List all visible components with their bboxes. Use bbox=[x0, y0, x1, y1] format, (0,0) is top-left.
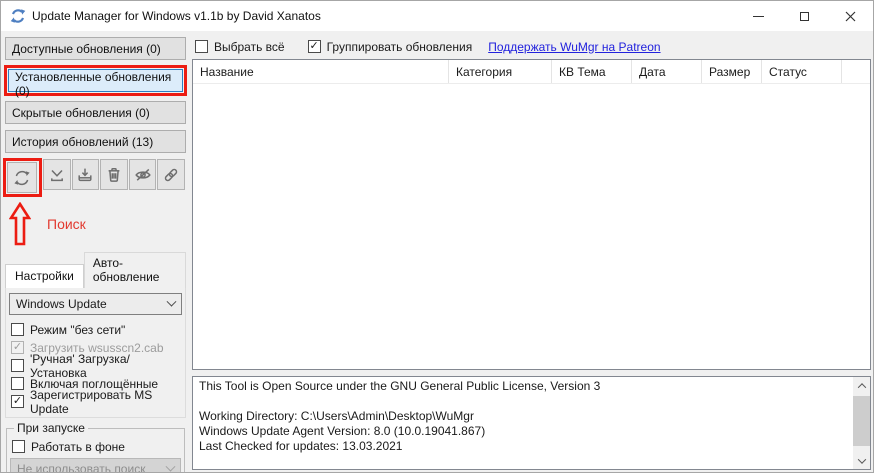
chevron-down-icon bbox=[165, 461, 176, 472]
search-annotation-label: Поиск bbox=[47, 216, 86, 232]
log-panel: This Tool is Open Source under the GNU G… bbox=[192, 376, 871, 470]
download-icon bbox=[50, 169, 63, 181]
eye-slash-icon bbox=[134, 168, 151, 181]
startup-group: При запуске Работать в фоне Не использов… bbox=[6, 421, 185, 472]
column-header-filler bbox=[842, 60, 870, 83]
log-line: Last Checked for updates: 13.03.2021 bbox=[199, 439, 403, 453]
sidebar-item-available-updates[interactable]: Доступные обновления (0) bbox=[5, 37, 186, 60]
chevron-down-icon bbox=[166, 296, 177, 307]
log-scrollbar[interactable] bbox=[853, 377, 870, 469]
checkbox[interactable]: ✓ bbox=[11, 395, 24, 408]
app-window: Update Manager for Windows v1.1b by Davi… bbox=[0, 0, 874, 473]
option-offline-mode[interactable]: Режим "без сети" bbox=[11, 321, 182, 338]
close-button[interactable] bbox=[827, 1, 873, 31]
scroll-track[interactable] bbox=[853, 394, 870, 452]
close-icon bbox=[845, 11, 855, 21]
window-title: Update Manager for Windows v1.1b by Davi… bbox=[32, 9, 321, 23]
sidebar-item-installed-updates[interactable]: Установленные обновления (0) bbox=[8, 69, 183, 98]
column-header-kb[interactable]: КВ Тема bbox=[552, 60, 632, 83]
select-all-checkbox[interactable]: Выбрать всё bbox=[195, 38, 285, 55]
chevron-down-icon bbox=[857, 454, 866, 464]
main-panel: Выбрать всё ✓ Группировать обновления По… bbox=[189, 31, 873, 472]
group-updates-checkbox[interactable]: ✓ Группировать обновления bbox=[307, 38, 472, 55]
table-header: Название Категория КВ Тема Дата Размер С… bbox=[193, 60, 870, 84]
search-annotation: Поиск bbox=[9, 202, 186, 246]
checkbox[interactable]: ✓ bbox=[307, 40, 321, 53]
install-button[interactable] bbox=[71, 159, 100, 190]
arrow-up-icon bbox=[9, 202, 31, 246]
list-toolbar: Выбрать всё ✓ Группировать обновления По… bbox=[192, 34, 871, 59]
option-run-in-background[interactable]: Работать в фоне bbox=[12, 438, 181, 455]
minimize-button[interactable] bbox=[735, 1, 781, 31]
checkbox[interactable] bbox=[12, 440, 25, 453]
search-mode-value: Не использовать поиск bbox=[17, 462, 146, 472]
scroll-down-button[interactable] bbox=[853, 452, 870, 469]
update-source-value: Windows Update bbox=[16, 297, 107, 311]
option-register-ms-update[interactable]: ✓ Зарегистрировать MS Update bbox=[11, 388, 182, 416]
log-text: This Tool is Open Source under the GNU G… bbox=[193, 377, 853, 469]
refresh-button[interactable] bbox=[7, 162, 37, 193]
log-line: This Tool is Open Source under the GNU G… bbox=[199, 379, 601, 393]
checkbox[interactable] bbox=[195, 40, 208, 53]
startup-search-mode-select: Не использовать поиск bbox=[10, 458, 181, 472]
link-icon bbox=[164, 168, 178, 181]
checkbox: ✓ bbox=[11, 341, 24, 354]
app-refresh-icon bbox=[10, 8, 26, 24]
annotation-box-installed-updates: Установленные обновления (0) bbox=[4, 65, 187, 98]
update-source-select[interactable]: Windows Update bbox=[9, 293, 182, 315]
column-header-size[interactable]: Размер bbox=[702, 60, 762, 83]
settings-tab-panel: Windows Update Режим "без сети" ✓ Загруз… bbox=[5, 287, 186, 418]
log-line: Working Directory: C:\Users\Admin\Deskto… bbox=[199, 409, 474, 423]
link-button[interactable] bbox=[157, 159, 185, 190]
updates-table: Название Категория КВ Тема Дата Размер С… bbox=[192, 59, 871, 370]
column-header-status[interactable]: Статус bbox=[762, 60, 842, 83]
column-header-name[interactable]: Название bbox=[193, 60, 449, 83]
column-header-date[interactable]: Дата bbox=[632, 60, 702, 83]
patreon-link[interactable]: Поддержать WuMgr на Patreon bbox=[488, 40, 660, 54]
sidebar: Доступные обновления (0) Установленные о… bbox=[1, 31, 189, 472]
checkbox[interactable] bbox=[11, 377, 24, 390]
checkbox[interactable] bbox=[11, 323, 24, 336]
settings-tabs: Настройки Авто-обновление bbox=[5, 251, 186, 288]
hide-button[interactable] bbox=[128, 159, 157, 190]
checkbox[interactable] bbox=[11, 359, 24, 372]
sidebar-item-hidden-updates[interactable]: Скрытые обновления (0) bbox=[5, 101, 186, 124]
tab-settings[interactable]: Настройки bbox=[5, 264, 84, 288]
download-button[interactable] bbox=[43, 159, 71, 190]
scroll-thumb[interactable] bbox=[853, 396, 870, 446]
sidebar-item-update-history[interactable]: История обновлений (13) bbox=[5, 130, 186, 153]
update-toolbar bbox=[3, 158, 186, 200]
delete-button[interactable] bbox=[100, 159, 128, 190]
startup-group-title: При запуске bbox=[14, 421, 88, 435]
maximize-icon bbox=[799, 11, 809, 21]
annotation-box-refresh bbox=[3, 158, 42, 197]
install-icon bbox=[78, 168, 92, 181]
trash-icon bbox=[108, 167, 120, 182]
log-line: Windows Update Agent Version: 8.0 (10.0.… bbox=[199, 424, 486, 438]
titlebar: Update Manager for Windows v1.1b by Davi… bbox=[1, 1, 873, 31]
option-manual-install[interactable]: 'Ручная' Загрузка/Установка bbox=[11, 352, 182, 380]
chevron-up-icon bbox=[857, 382, 866, 392]
table-body[interactable] bbox=[193, 84, 870, 369]
scroll-up-button[interactable] bbox=[853, 377, 870, 394]
refresh-icon bbox=[14, 170, 30, 185]
column-header-category[interactable]: Категория bbox=[449, 60, 552, 83]
maximize-button[interactable] bbox=[781, 1, 827, 31]
tab-auto-update[interactable]: Авто-обновление bbox=[83, 252, 186, 288]
minimize-icon bbox=[752, 15, 764, 17]
